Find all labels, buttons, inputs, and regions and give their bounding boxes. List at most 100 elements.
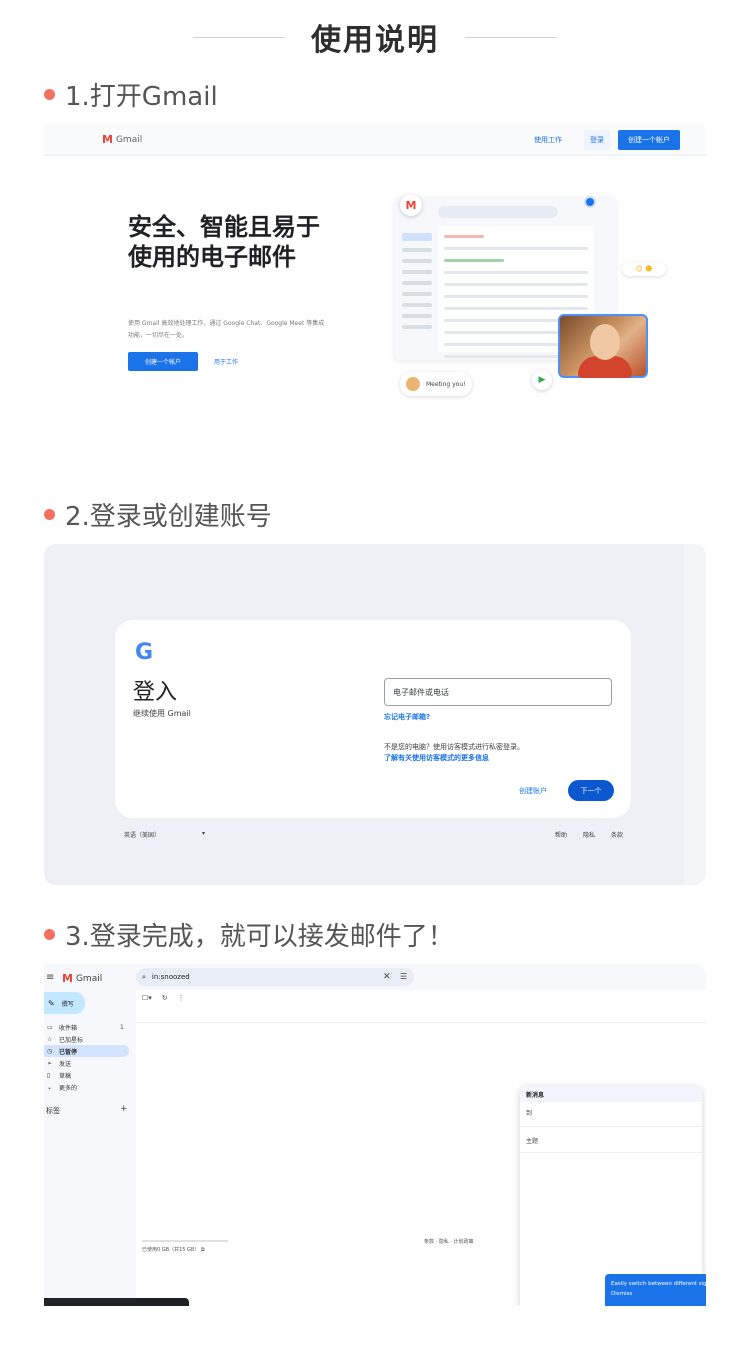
signature-tip-toast: Easily switch between different signatur…: [605, 1274, 706, 1306]
recipient-field[interactable]: 到: [526, 1108, 532, 1117]
sidebar-item-inbox[interactable]: ▭ 收件箱 1: [44, 1021, 129, 1033]
subject-field[interactable]: 主题: [526, 1136, 538, 1145]
hamburger-menu-icon[interactable]: ≡: [46, 972, 54, 983]
chevron-down-icon: ⌄: [47, 1083, 53, 1091]
language-select[interactable]: 英语（美国）: [124, 830, 160, 839]
star-icon: ☆: [47, 1035, 53, 1043]
footer-terms-link[interactable]: 条款: [611, 830, 623, 839]
create-account-button[interactable]: 创建一个帐户: [128, 352, 198, 371]
search-query: in:snoozed: [151, 973, 190, 981]
for-work-link[interactable]: 用于工作: [214, 357, 238, 366]
landing-headline: 安全、智能且易于使用的电子邮件: [128, 213, 320, 271]
video-call-thumbnail: [558, 314, 648, 378]
compose-label: 撰写: [61, 1000, 74, 1008]
sidebar-item-more[interactable]: ⌄ 更多的: [44, 1081, 129, 1093]
footer-help-link[interactable]: 帮助: [555, 830, 567, 839]
gmail-brand-label: Gmail: [115, 134, 143, 145]
clock-icon: ◷: [47, 1047, 53, 1055]
guest-mode-link[interactable]: 了解有关使用访客模式的更多信息: [384, 753, 489, 763]
camera-dot-icon: [584, 196, 596, 208]
nav-create-account-button[interactable]: 创建一个帐户: [618, 130, 680, 150]
divider: [520, 1152, 702, 1153]
step-3-heading: 3.登录完成，就可以接发邮件了！: [44, 916, 454, 953]
inbox-count: 1: [120, 1023, 124, 1031]
illustration-sidebar: [402, 226, 432, 346]
divider: [520, 1126, 702, 1127]
bottom-status-bar: [44, 1298, 189, 1306]
footer-privacy-link[interactable]: 隐私: [583, 830, 595, 839]
toolbar-divider: [136, 1022, 706, 1023]
step-1-heading: 1.打开Gmail: [44, 76, 218, 113]
storage-progress-bar: [142, 1240, 228, 1242]
signin-subtitle: 继续使用 Gmail: [133, 709, 191, 718]
gmail-logo[interactable]: M Gmail: [62, 972, 102, 985]
gmail-brand-label: Gmail: [75, 973, 103, 984]
landing-description: 使用 Gmail 高效地处理工作，通过 Google Chat、Google M…: [128, 320, 325, 339]
nav-signin-button[interactable]: 登录: [584, 130, 610, 150]
search-input[interactable]: ⌕ in:snoozed: [136, 968, 414, 986]
nav-create-label: 创建一个帐户: [628, 136, 670, 144]
mail-toolbar: ☐▾ ↻ ⋮: [142, 994, 185, 1002]
storage-text: 已使用0 GB（共15 GB）: [142, 1247, 200, 1253]
step-2-heading: 2.登录或创建账号: [44, 496, 272, 533]
signin-card: G 登入 继续使用 Gmail 电子邮件或电话 忘记电子邮箱? 不是您的电脑？使…: [115, 620, 631, 818]
scrollbar-track: [684, 544, 706, 885]
sidebar-item-label: 更多的: [59, 1084, 78, 1092]
compose-button[interactable]: ✎ 撰写: [44, 992, 85, 1014]
nav-work-link[interactable]: 使用工作: [534, 135, 562, 145]
sidebar-item-label: 已暂停: [59, 1048, 78, 1056]
signin-screenshot: G 登入 继续使用 Gmail 电子邮件或电话 忘记电子邮箱? 不是您的电脑？使…: [44, 544, 706, 885]
bullet-dot: [44, 509, 55, 520]
search-icon: ⌕: [142, 972, 146, 981]
illustration-search-bar: [438, 206, 558, 218]
refresh-icon[interactable]: ↻: [162, 994, 168, 1002]
add-label-icon[interactable]: +: [120, 1104, 128, 1114]
create-account-link[interactable]: 创建账户: [519, 786, 547, 796]
page-title: 使用说明: [311, 23, 439, 58]
search-options-icon[interactable]: ☰: [400, 972, 407, 981]
gmail-badge-icon: M: [400, 194, 422, 216]
clear-search-icon[interactable]: ✕: [383, 972, 391, 982]
gmail-m-icon: M: [62, 972, 73, 985]
step-2-label: 2.登录或创建账号: [65, 502, 272, 532]
email-placeholder: 电子邮件或电话: [393, 687, 449, 697]
new-message-window: 新消息 到 主题: [520, 1086, 702, 1306]
forgot-email-link[interactable]: 忘记电子邮箱?: [384, 712, 430, 722]
sidebar-item-label: 收件箱: [59, 1024, 78, 1032]
sidebar-item-starred[interactable]: ☆ 已加星标: [44, 1033, 129, 1045]
sidebar-item-drafts[interactable]: ▯ 草稿: [44, 1069, 129, 1081]
send-icon: ➢: [47, 1059, 53, 1067]
footer-terms[interactable]: 条款 · 隐私 · 计划政策: [424, 1238, 474, 1245]
gmail-inbox-screenshot: ≡ M Gmail ⌕ in:snoozed ✕ ☰ ✎ 撰写 ▭ 收件箱 1 …: [44, 964, 706, 1306]
emoji-reaction-icon: ☺ ☻: [622, 262, 666, 276]
step-1-label: 1.打开Gmail: [65, 82, 218, 112]
landing-top-bar: M Gmail 使用工作 登录 创建一个帐户: [44, 124, 706, 156]
dismiss-button[interactable]: Dismiss: [611, 1289, 700, 1299]
title-divider-left: [193, 36, 285, 38]
external-link-icon[interactable]: ⧉: [201, 1247, 205, 1253]
step-3-label: 3.登录完成，就可以接发邮件了！: [65, 922, 454, 952]
sidebar-item-snoozed[interactable]: ◷ 已暂停: [44, 1045, 129, 1057]
gmail-logo[interactable]: M Gmail: [102, 133, 142, 146]
page-header: 使用说明: [0, 14, 750, 60]
email-field[interactable]: 电子邮件或电话: [384, 678, 612, 706]
signin-title: 登入: [133, 680, 178, 705]
bullet-dot: [44, 929, 55, 940]
select-all-checkbox[interactable]: ☐▾: [142, 994, 152, 1002]
draft-icon: ▯: [47, 1071, 51, 1079]
new-message-title: 新消息: [520, 1086, 702, 1102]
chevron-down-icon[interactable]: ▾: [202, 830, 205, 837]
sidebar-item-sent[interactable]: ➢ 发送: [44, 1057, 129, 1069]
next-button[interactable]: 下一个: [568, 780, 614, 801]
chat-bubble: Meeting you!: [400, 372, 472, 396]
guest-mode-notice: 不是您的电脑？使用访客模式进行私密登录。: [384, 743, 524, 751]
avatar: [406, 377, 420, 391]
more-options-icon[interactable]: ⋮: [178, 994, 185, 1002]
meet-icon: ▶: [532, 370, 552, 390]
google-logo-icon: G: [135, 640, 154, 665]
sidebar-item-label: 发送: [59, 1060, 72, 1068]
storage-usage: 已使用0 GB（共15 GB） ⧉: [142, 1246, 205, 1253]
gmail-m-icon: M: [102, 133, 113, 146]
inbox-icon: ▭: [47, 1023, 53, 1031]
labels-heading: 标签: [46, 1107, 60, 1115]
